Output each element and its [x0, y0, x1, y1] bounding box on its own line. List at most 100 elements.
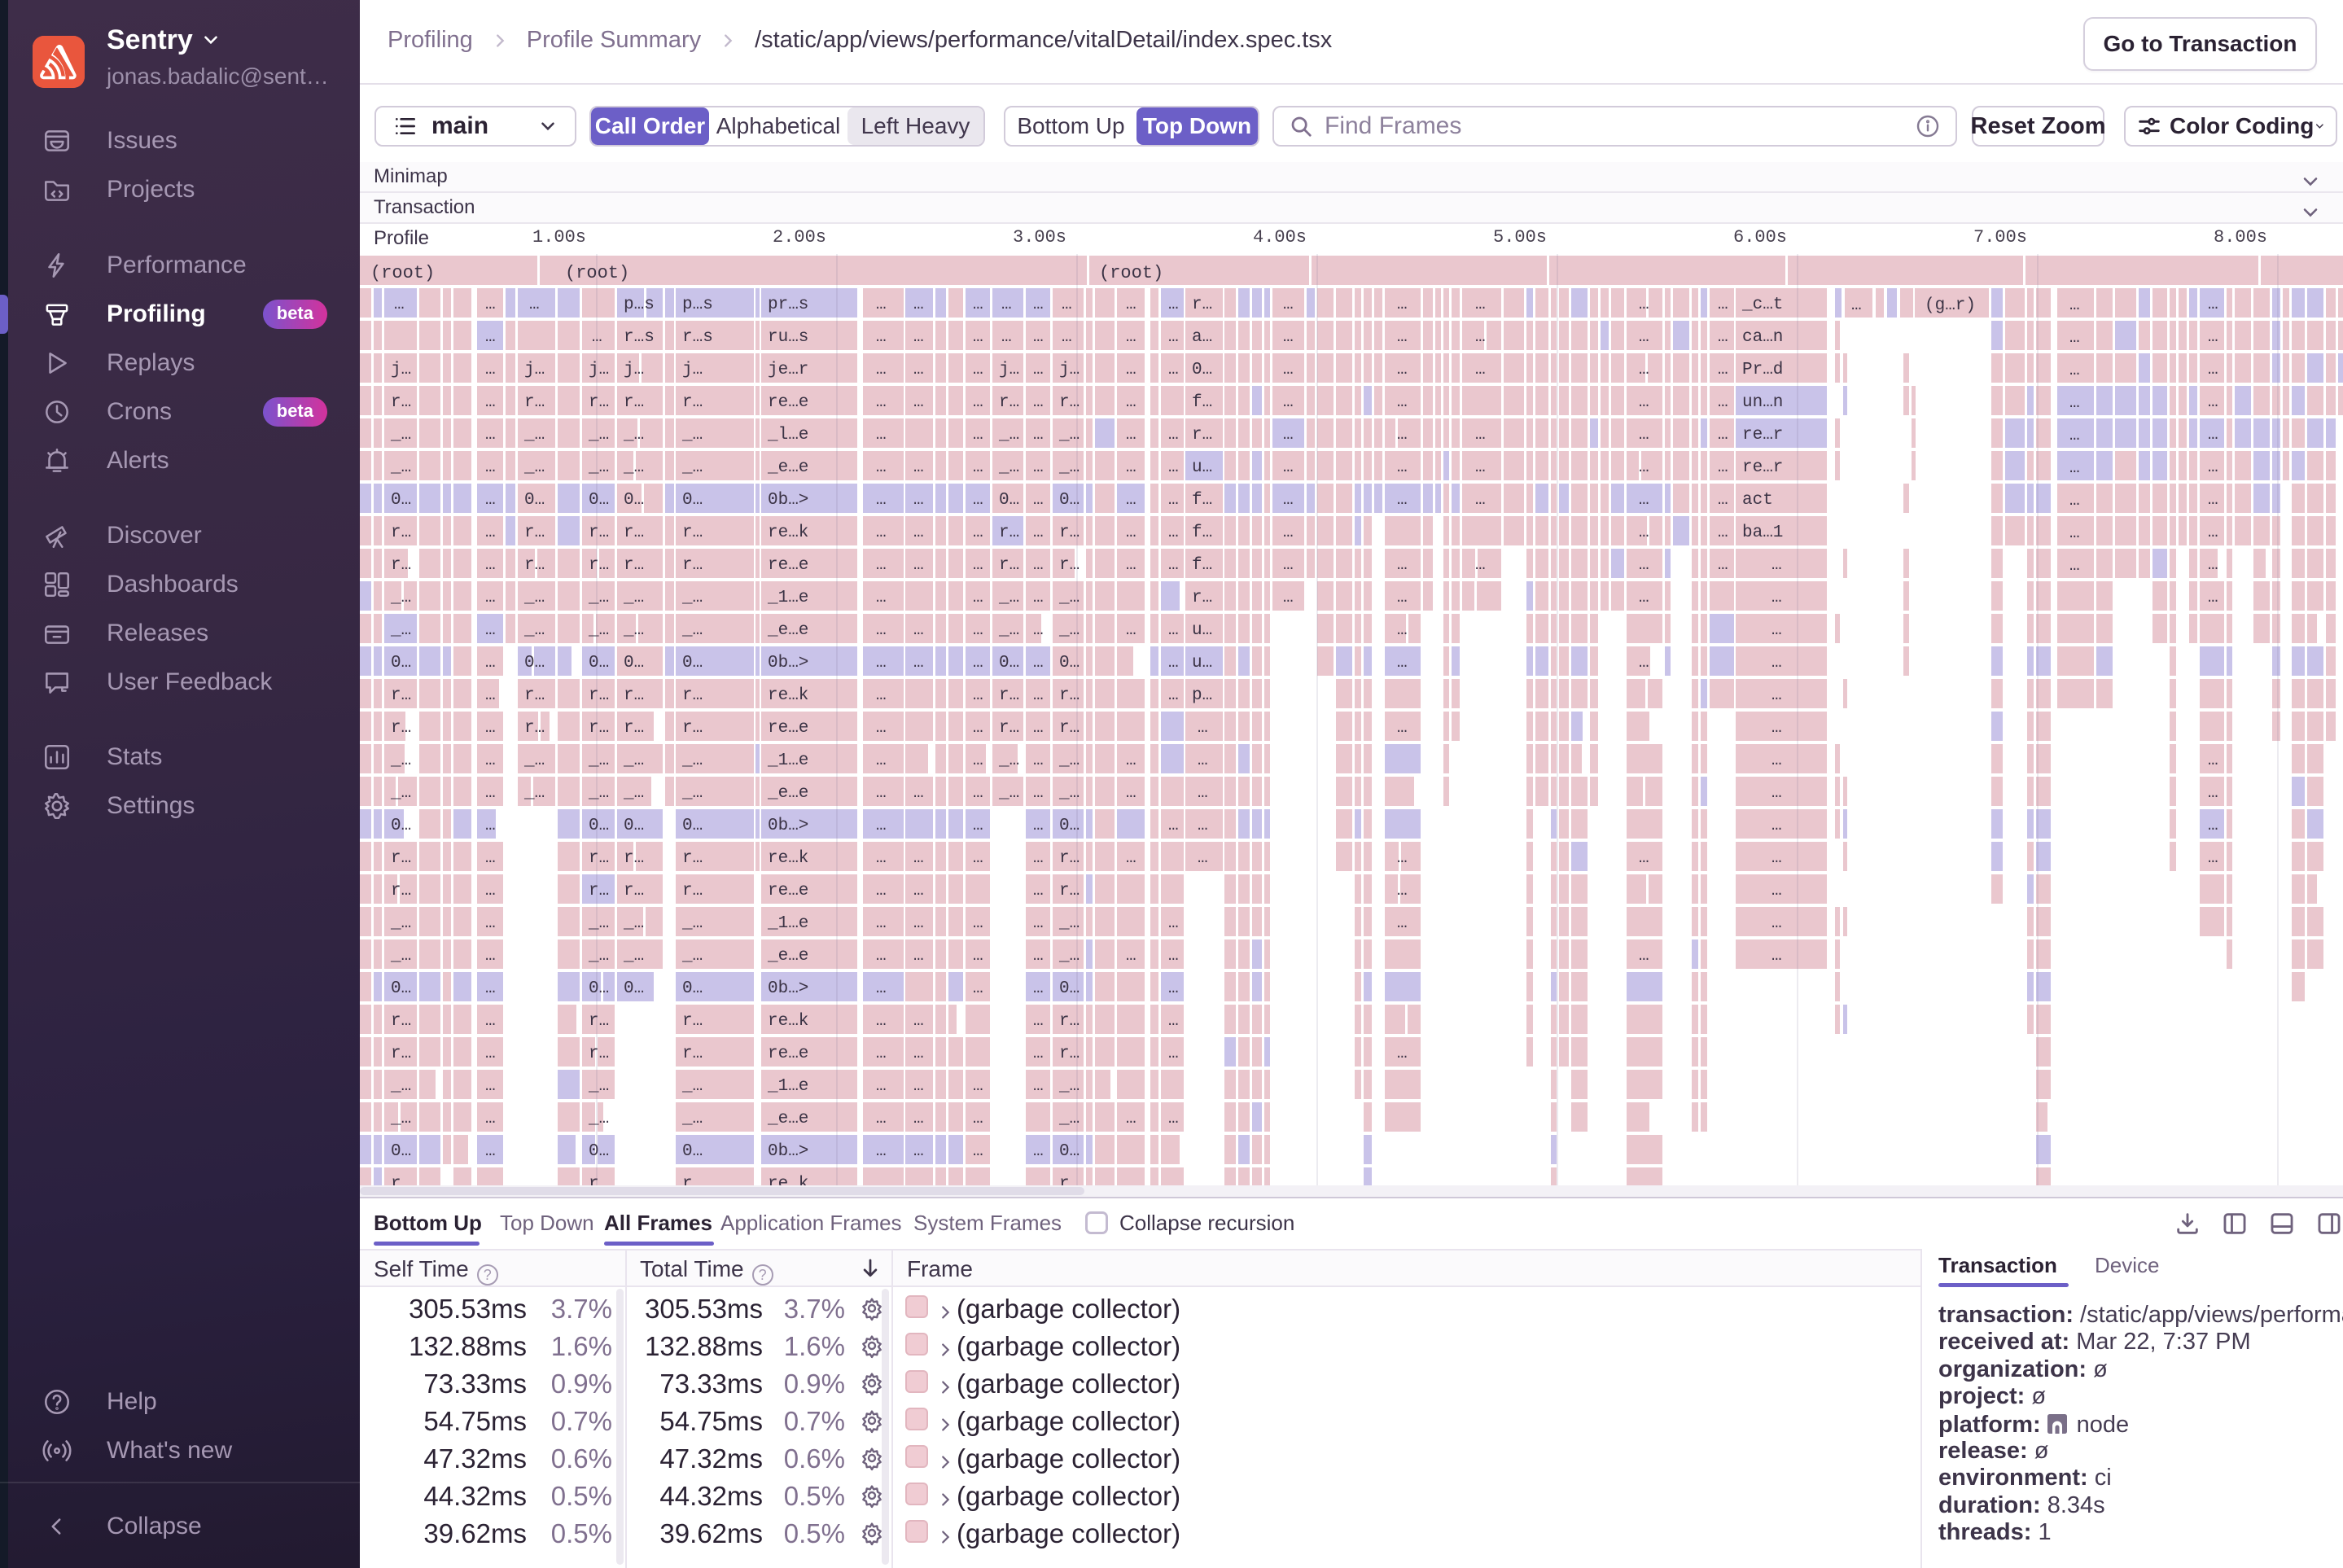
svg-text:r…: r… — [524, 719, 545, 738]
svg-text:…: … — [1168, 621, 1179, 640]
svg-text:0…: 0… — [999, 654, 1019, 672]
svg-text:…: … — [1033, 817, 1044, 835]
svg-text:…: … — [913, 1142, 924, 1161]
svg-text:…: … — [1718, 491, 1728, 510]
svg-text:_…: _… — [588, 914, 609, 933]
svg-text:…: … — [876, 296, 887, 314]
svg-text:re…e: re…e — [768, 1045, 808, 1063]
svg-text:…: … — [973, 947, 983, 966]
svg-text:_…: _… — [588, 621, 609, 640]
svg-text:_…: _… — [681, 1077, 703, 1096]
svg-text:…: … — [1033, 1077, 1044, 1096]
svg-text:r…: r… — [999, 556, 1019, 575]
svg-text:…: … — [1168, 947, 1179, 966]
svg-text:…: … — [1168, 361, 1179, 379]
svg-text:…: … — [973, 751, 983, 770]
svg-text:j…: j… — [589, 361, 609, 379]
svg-text:…: … — [2208, 589, 2218, 607]
svg-text:…: … — [1397, 719, 1408, 738]
svg-text:_…: _… — [681, 426, 703, 445]
svg-text:…: … — [876, 654, 887, 672]
svg-text:0b…>: 0b…> — [768, 979, 808, 998]
svg-text:…: … — [1639, 556, 1649, 575]
svg-text:_…: _… — [623, 621, 644, 640]
svg-text:…: … — [1771, 947, 1782, 966]
svg-text:…: … — [876, 849, 887, 868]
svg-text:…: … — [973, 849, 983, 868]
svg-text:…: … — [485, 296, 496, 314]
svg-text:…: … — [485, 914, 496, 933]
svg-text:r…: r… — [1192, 426, 1212, 445]
svg-text:…: … — [1639, 458, 1649, 477]
svg-text:_…: _… — [588, 426, 609, 445]
svg-text:…: … — [1168, 296, 1179, 314]
svg-text:…: … — [2208, 458, 2218, 477]
svg-text:Pr…d: Pr…d — [1742, 361, 1783, 379]
svg-text:0…: 0… — [999, 491, 1019, 510]
svg-text:_…: _… — [681, 1110, 703, 1128]
svg-text:re…k: re…k — [768, 686, 808, 705]
svg-text:_…: _… — [588, 589, 609, 607]
svg-text:…: … — [485, 426, 496, 445]
svg-text:_…: _… — [523, 621, 545, 640]
svg-text:…: … — [913, 393, 924, 412]
svg-text:u…: u… — [1192, 621, 1212, 640]
svg-text:…: … — [1033, 621, 1044, 640]
svg-text:r…: r… — [391, 1012, 411, 1031]
svg-text:…: … — [1001, 328, 1012, 347]
svg-text:…: … — [876, 882, 887, 900]
svg-text:r…: r… — [999, 686, 1019, 705]
svg-text:_…: _… — [390, 1077, 411, 1096]
svg-text:…: … — [1771, 882, 1782, 900]
svg-text:…: … — [2069, 427, 2080, 445]
svg-text:…: … — [1397, 393, 1408, 412]
svg-text:…: … — [876, 979, 887, 998]
svg-text:r…: r… — [682, 849, 703, 868]
svg-text:…: … — [913, 621, 924, 640]
svg-text:…: … — [973, 361, 983, 379]
svg-text:_…: _… — [390, 751, 411, 770]
svg-text:…: … — [1168, 979, 1179, 998]
svg-text:…: … — [1168, 523, 1179, 542]
svg-text:r…: r… — [624, 849, 644, 868]
svg-text:…: … — [485, 817, 496, 835]
svg-text:r…: r… — [682, 719, 703, 738]
svg-text:r…: r… — [391, 719, 411, 738]
svg-text:re…k: re…k — [768, 523, 808, 542]
svg-text:…: … — [2208, 817, 2218, 835]
svg-text:_…: _… — [390, 426, 411, 445]
svg-text:…: … — [1397, 556, 1408, 575]
svg-text:…: … — [1033, 589, 1044, 607]
svg-text:r…: r… — [1192, 589, 1212, 607]
svg-text:…: … — [529, 296, 540, 314]
svg-text:…: … — [913, 849, 924, 868]
svg-text:…: … — [2208, 849, 2218, 868]
svg-text:…: … — [1639, 654, 1649, 672]
svg-text:…: … — [1475, 296, 1486, 314]
svg-text:re…e: re…e — [768, 882, 808, 900]
svg-text:r…: r… — [524, 686, 545, 705]
svg-text:…: … — [876, 914, 887, 933]
svg-text:…: … — [485, 979, 496, 998]
svg-text:…: … — [1639, 296, 1649, 314]
svg-text:…: … — [913, 1012, 924, 1031]
svg-text:_1…e: _1…e — [767, 914, 808, 933]
svg-text:_…: _… — [523, 751, 545, 770]
svg-text:…: … — [1771, 589, 1782, 607]
svg-text:_e…e: _e…e — [767, 1110, 808, 1128]
svg-text:_e…e: _e…e — [767, 784, 808, 803]
svg-text:0…: 0… — [589, 817, 609, 835]
svg-text:_…: _… — [623, 458, 644, 477]
svg-text:…: … — [1168, 817, 1179, 835]
svg-text:_…: _… — [588, 784, 609, 803]
svg-text:…: … — [2069, 361, 2080, 380]
svg-text:_…: _… — [523, 589, 545, 607]
svg-text:0…: 0… — [624, 979, 644, 998]
svg-text:0…: 0… — [391, 491, 411, 510]
svg-text:…: … — [1397, 296, 1408, 314]
svg-text:r…: r… — [589, 1045, 609, 1063]
svg-text:…: … — [1198, 719, 1208, 738]
svg-text:r…: r… — [589, 719, 609, 738]
svg-text:j…: j… — [999, 361, 1019, 379]
svg-text:…: … — [913, 1045, 924, 1063]
